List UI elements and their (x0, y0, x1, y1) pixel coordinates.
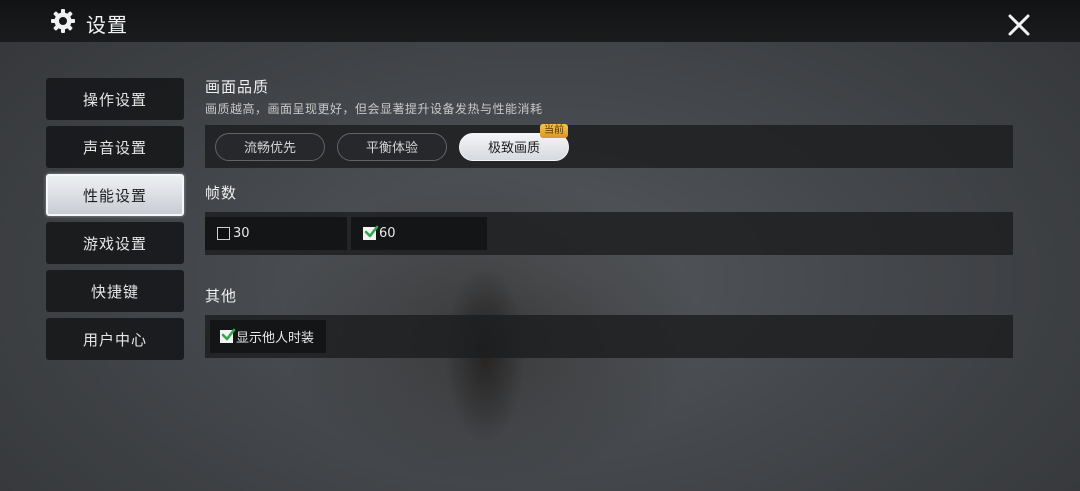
checkbox-checked[interactable] (220, 328, 236, 343)
checkmark-icon (364, 225, 379, 238)
title-group: 设置 (50, 8, 128, 38)
show-others-costume-option[interactable]: 显示他人时装 (210, 320, 326, 353)
quality-option-balanced[interactable]: 平衡体验 (337, 132, 447, 161)
sidebar-item-performance[interactable]: 性能设置 (46, 174, 184, 216)
sidebar-item-label: 用户中心 (82, 330, 147, 349)
quality-option-ultimate[interactable]: 极致画质 当前 (459, 123, 569, 161)
top-bar: 设置 (0, 0, 1080, 42)
fps-option-label: 60 (379, 226, 396, 241)
page-title: 设置 (86, 12, 128, 37)
option-label: 显示他人时装 (236, 331, 315, 346)
option-label: 平衡体验 (365, 141, 418, 156)
fps-section-title: 帧数 (205, 184, 238, 202)
fps-option-label: 30 (233, 226, 250, 241)
sidebar-item-label: 操作设置 (82, 90, 147, 109)
sidebar-item-user-center[interactable]: 用户中心 (46, 318, 184, 360)
sidebar-item-label: 声音设置 (82, 138, 147, 157)
checkbox-checked[interactable] (363, 225, 379, 240)
option-label: 极致画质 (487, 141, 540, 156)
quality-options-panel: 流畅优先 平衡体验 极致画质 当前 (205, 123, 1013, 168)
option-label: 流畅优先 (243, 141, 296, 156)
other-options-panel: 显示他人时装 (205, 315, 1013, 358)
fps-option-30[interactable]: 30 (205, 217, 347, 250)
sidebar-item-label: 快捷键 (90, 282, 139, 301)
sidebar-item-label: 性能设置 (82, 186, 147, 205)
gear-icon (50, 8, 76, 38)
current-badge: 当前 (540, 123, 568, 138)
checkmark-icon (221, 328, 236, 341)
sidebar-item-controls[interactable]: 操作设置 (46, 78, 184, 120)
sidebar-item-sound[interactable]: 声音设置 (46, 126, 184, 168)
settings-sidebar: 操作设置 声音设置 性能设置 游戏设置 快捷键 用户中心 (46, 78, 184, 366)
checkbox[interactable] (217, 227, 230, 240)
fps-options-panel: 30 60 (205, 212, 1013, 255)
sidebar-item-label: 游戏设置 (82, 234, 147, 253)
sidebar-item-game[interactable]: 游戏设置 (46, 222, 184, 264)
close-icon[interactable] (1006, 12, 1032, 38)
quality-section-title: 画面品质 (205, 78, 270, 96)
quality-description: 画质越高，画面呈现更好，但会显著提升设备发热与性能消耗 (205, 102, 543, 116)
other-section-title: 其他 (205, 287, 238, 305)
settings-content: 画面品质 画质越高，画面呈现更好，但会显著提升设备发热与性能消耗 流畅优先 平衡… (205, 76, 1013, 358)
quality-option-smooth[interactable]: 流畅优先 (215, 132, 325, 161)
sidebar-item-hotkeys[interactable]: 快捷键 (46, 270, 184, 312)
fps-option-60[interactable]: 60 (351, 217, 487, 250)
